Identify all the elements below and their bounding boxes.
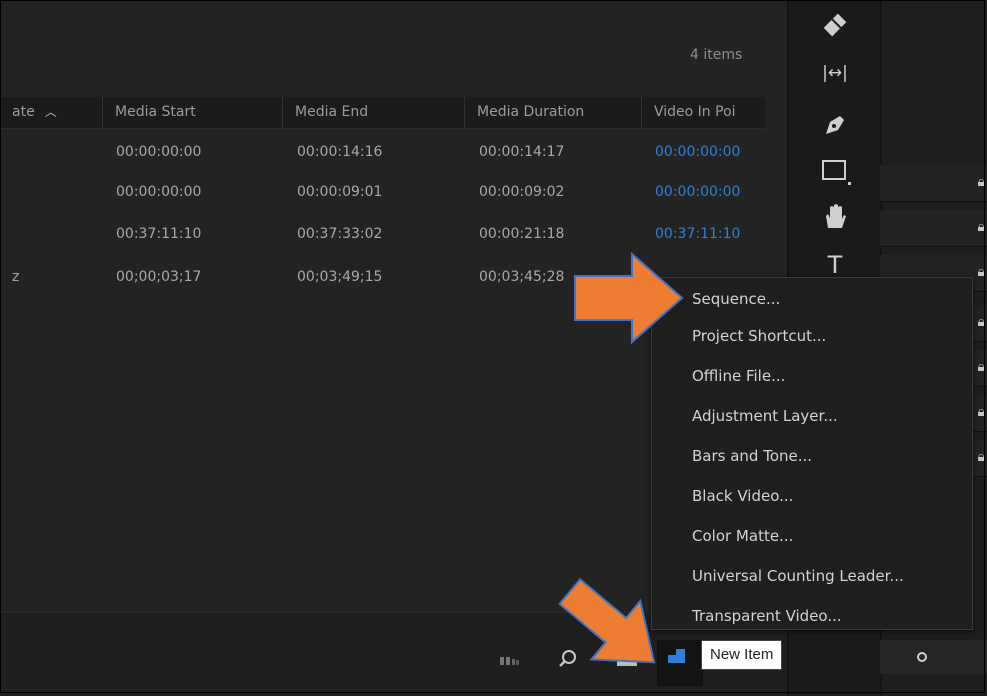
screenshot-border [0,0,985,693]
